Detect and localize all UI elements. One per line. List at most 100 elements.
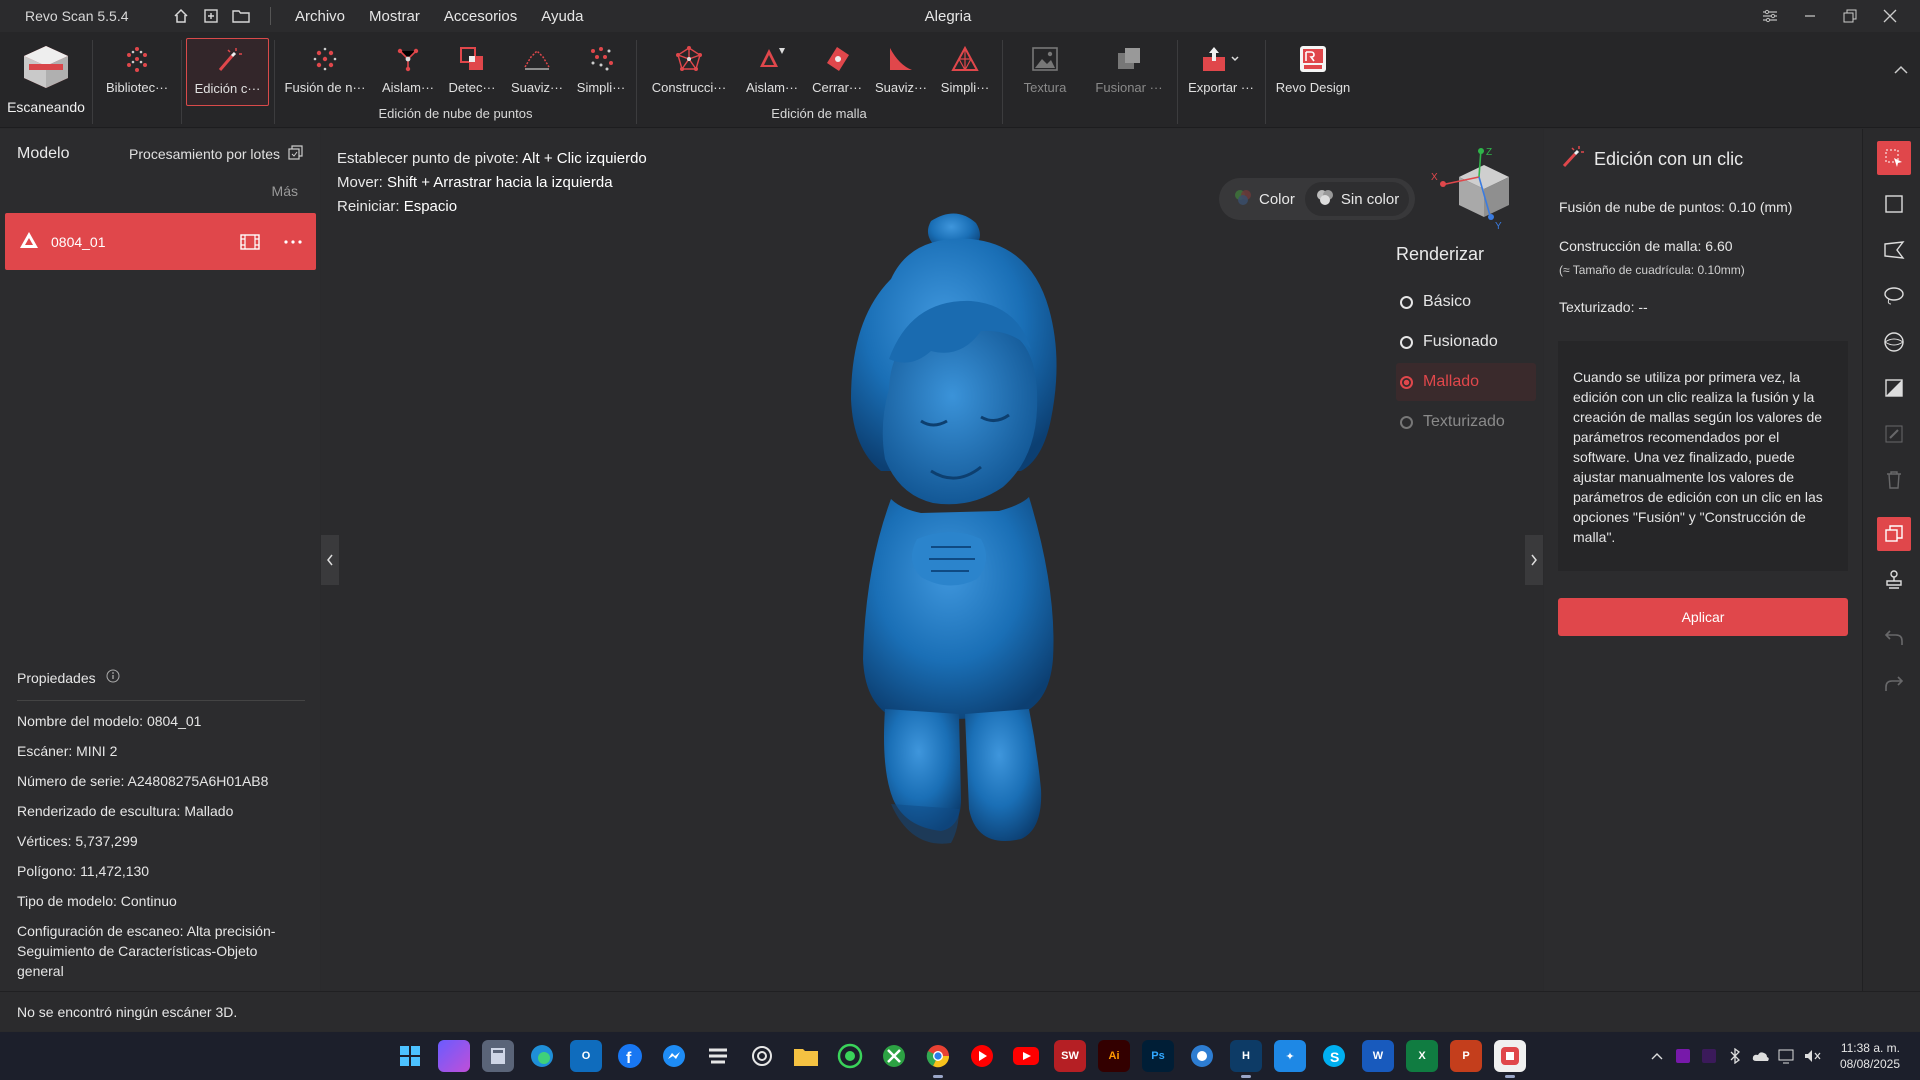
- file-manager-app-icon[interactable]: [438, 1040, 470, 1072]
- mesh-simplify-label: Simpli···: [940, 80, 990, 95]
- menu-archivo[interactable]: Archivo: [295, 8, 345, 25]
- open-folder-icon[interactable]: [232, 7, 250, 25]
- pointcloud-smooth-button[interactable]: Suaviz···: [505, 38, 569, 106]
- app-h-icon[interactable]: H: [1230, 1040, 1262, 1078]
- export-button[interactable]: Exportar ···: [1182, 38, 1260, 106]
- edge-icon[interactable]: [526, 1040, 558, 1072]
- calculator-icon[interactable]: [482, 1040, 514, 1072]
- render-meshed-radio[interactable]: Mallado: [1396, 363, 1536, 401]
- redo-icon[interactable]: [1877, 667, 1911, 701]
- file-explorer-icon[interactable]: [790, 1040, 822, 1072]
- volume-muted-icon[interactable]: [1800, 1044, 1826, 1068]
- library-button[interactable]: Bibliotec···: [97, 38, 177, 106]
- close-icon[interactable]: [1870, 0, 1910, 32]
- youtube-music-icon[interactable]: [966, 1040, 998, 1072]
- batch-processing-button[interactable]: Procesamiento por lotes: [129, 145, 303, 163]
- taskbar-clock[interactable]: 11:38 a. m. 08/08/2025: [1840, 1040, 1900, 1072]
- select-pointer-icon[interactable]: [1877, 141, 1911, 175]
- pointcloud-fusion-button[interactable]: Fusión de n···: [279, 38, 371, 106]
- rectangle-select-icon[interactable]: [1877, 187, 1911, 221]
- word-icon[interactable]: W: [1362, 1040, 1394, 1072]
- scanning-button[interactable]: Escaneando: [4, 36, 88, 124]
- undo-icon[interactable]: [1877, 621, 1911, 655]
- network-icon[interactable]: [1774, 1044, 1800, 1068]
- navigation-cube[interactable]: Z X Y: [1429, 147, 1529, 237]
- copy-selection-icon[interactable]: [1877, 517, 1911, 551]
- messenger-icon[interactable]: [658, 1040, 690, 1072]
- info-icon[interactable]: [106, 669, 120, 686]
- pointcloud-simplify-button[interactable]: Simpli···: [570, 38, 632, 106]
- scanned-3d-model[interactable]: [781, 209, 1121, 889]
- delete-icon[interactable]: [1877, 463, 1911, 497]
- properties-title: Propiedades: [17, 669, 96, 686]
- youtube-icon[interactable]: [1010, 1040, 1042, 1072]
- color-option[interactable]: Color: [1223, 182, 1305, 216]
- lasso-select-icon[interactable]: [1877, 279, 1911, 313]
- home-icon[interactable]: [172, 7, 190, 25]
- pointcloud-isolate-button[interactable]: Aislam···: [376, 38, 440, 106]
- axis-z-label: Z: [1486, 147, 1492, 158]
- select-through-icon[interactable]: [1877, 325, 1911, 359]
- new-project-icon[interactable]: [202, 7, 220, 25]
- bluetooth-icon[interactable]: [1722, 1044, 1748, 1068]
- solidworks-icon[interactable]: SW: [1054, 1040, 1086, 1072]
- edit-selection-icon[interactable]: [1877, 417, 1911, 451]
- menu-accesorios[interactable]: Accesorios: [444, 8, 517, 25]
- menu-mostrar[interactable]: Mostrar: [369, 8, 420, 25]
- 3d-viewport[interactable]: Establecer punto de pivote: Alt + Clic i…: [321, 129, 1543, 991]
- onenote-alt-icon[interactable]: [1696, 1044, 1722, 1068]
- invert-selection-icon[interactable]: [1877, 371, 1911, 405]
- render-basic-radio[interactable]: Básico: [1396, 283, 1536, 321]
- no-color-option[interactable]: Sin color: [1304, 182, 1410, 216]
- mesh-build-button[interactable]: Construcci···: [642, 38, 736, 106]
- menu-ayuda[interactable]: Ayuda: [541, 8, 583, 25]
- batch-copy-icon: [288, 145, 303, 163]
- chevron-up-icon[interactable]: [1644, 1044, 1670, 1068]
- more-options-icon[interactable]: [284, 239, 302, 244]
- illustrator-icon[interactable]: Ai: [1098, 1040, 1130, 1072]
- minimize-icon[interactable]: [1790, 0, 1830, 32]
- more-button[interactable]: Más: [272, 183, 298, 199]
- model-list-item[interactable]: 0804_01: [5, 213, 316, 270]
- facebook-icon[interactable]: f: [614, 1040, 646, 1072]
- mesh-simplify-button[interactable]: Simpli···: [934, 38, 996, 106]
- texture-button[interactable]: Textura: [1008, 38, 1082, 106]
- xbox-icon[interactable]: [878, 1040, 910, 1072]
- excel-icon[interactable]: X: [1406, 1040, 1438, 1072]
- chrome-icon[interactable]: [922, 1040, 954, 1078]
- mesh-smooth-button[interactable]: Suaviz···: [870, 38, 932, 106]
- svg-text:f: f: [626, 1050, 632, 1067]
- restore-icon[interactable]: [1830, 0, 1870, 32]
- cloud-icon[interactable]: [1748, 1044, 1774, 1068]
- film-icon[interactable]: [240, 233, 260, 250]
- powerpoint-icon[interactable]: P: [1450, 1040, 1482, 1072]
- app-star-icon[interactable]: ✦: [1274, 1040, 1306, 1072]
- revo-design-button[interactable]: Revo Design: [1270, 38, 1356, 106]
- settings-sliders-icon[interactable]: [1750, 0, 1790, 32]
- mesh-isolate-button[interactable]: Aislam···: [740, 38, 804, 106]
- photoshop-icon[interactable]: Ps: [1142, 1040, 1174, 1072]
- color-mode-toggle[interactable]: Color Sin color: [1219, 178, 1415, 220]
- collapse-right-panel-button[interactable]: [1525, 535, 1543, 585]
- one-click-edit-button[interactable]: Edición c···: [186, 38, 269, 106]
- skype-icon[interactable]: S: [1318, 1040, 1350, 1072]
- stamp-icon[interactable]: [1877, 563, 1911, 597]
- apply-button[interactable]: Aplicar: [1558, 598, 1848, 636]
- stack-app-icon[interactable]: [702, 1040, 734, 1072]
- collapse-ribbon-icon[interactable]: [1894, 62, 1908, 78]
- chatgpt-icon[interactable]: [746, 1040, 778, 1072]
- merge-button[interactable]: Fusionar ···: [1086, 38, 1172, 106]
- onenote-icon[interactable]: [1670, 1044, 1696, 1068]
- render-fused-radio[interactable]: Fusionado: [1396, 323, 1536, 361]
- outlook-icon[interactable]: O: [570, 1040, 602, 1072]
- pointcloud-detect-button[interactable]: Detec···: [442, 38, 502, 106]
- start-icon[interactable]: [394, 1040, 426, 1072]
- render-textured-radio[interactable]: Texturizado: [1396, 403, 1536, 441]
- mesh-close-button[interactable]: Cerrar···: [806, 38, 868, 106]
- polygon-select-icon[interactable]: [1877, 233, 1911, 267]
- title-separator: [270, 7, 271, 25]
- app-circle-icon[interactable]: [1186, 1040, 1218, 1072]
- revo-scan-taskbar-icon[interactable]: [1494, 1040, 1526, 1078]
- whatsapp-icon[interactable]: [834, 1040, 866, 1072]
- collapse-left-panel-button[interactable]: [321, 535, 339, 585]
